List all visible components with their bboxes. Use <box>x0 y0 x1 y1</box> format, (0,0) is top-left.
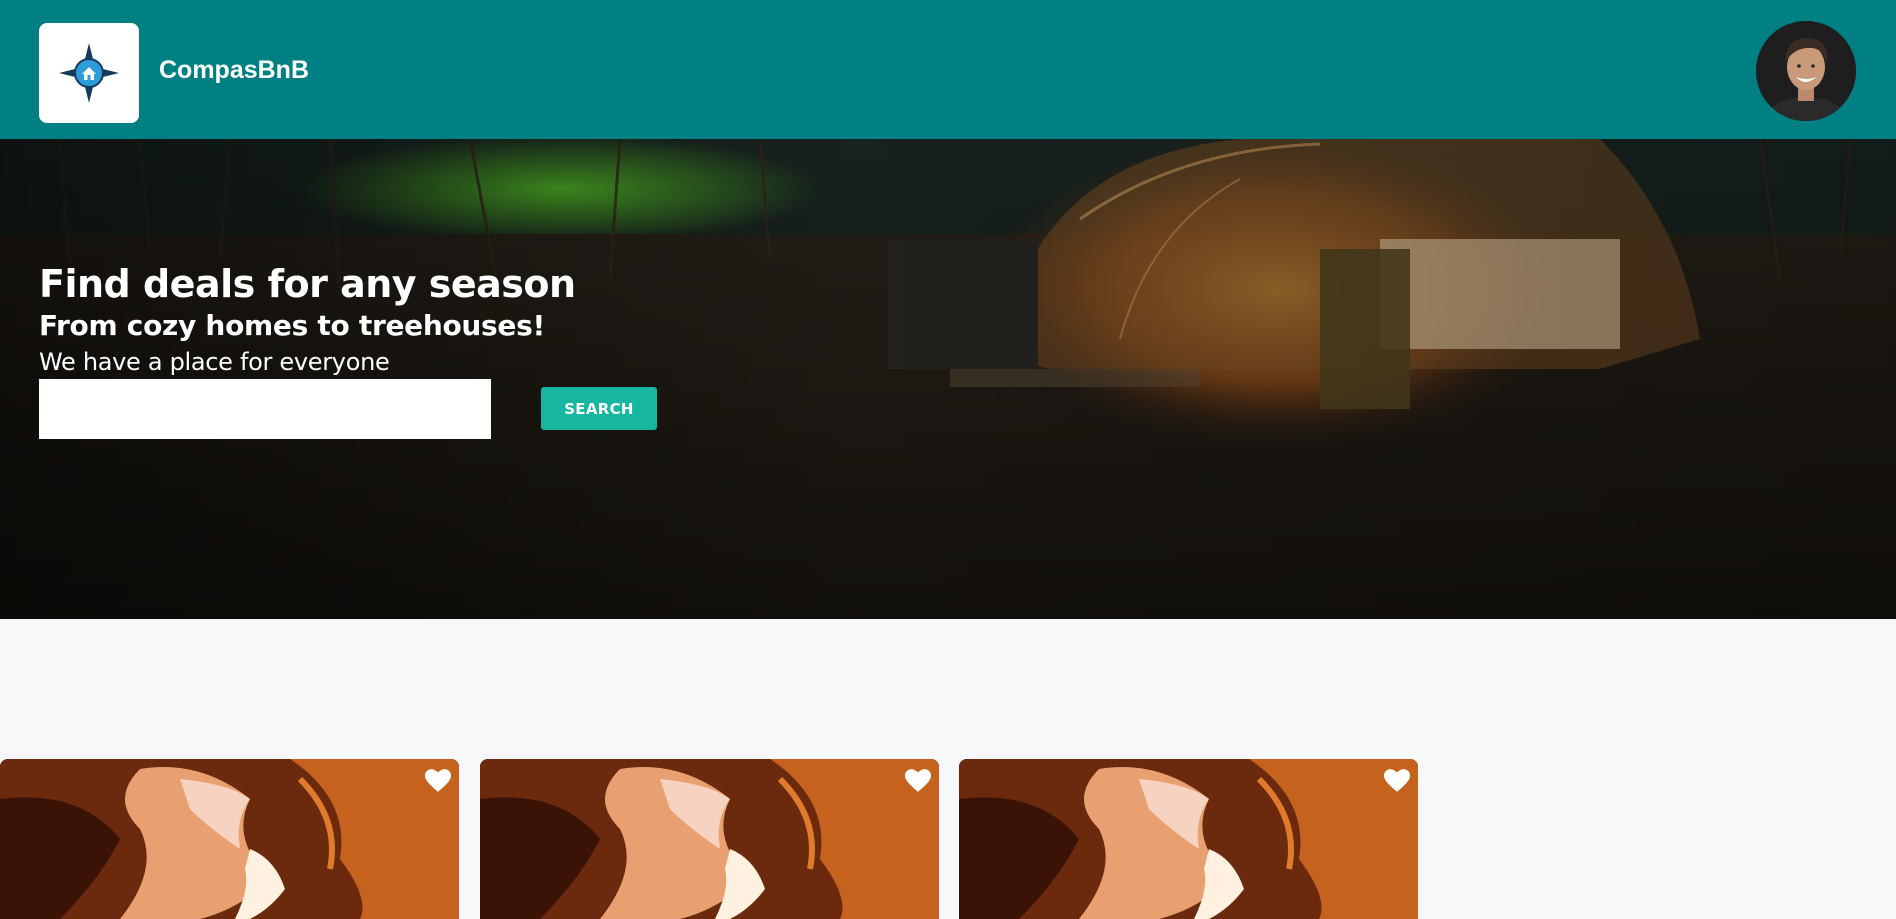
canyon-photo <box>0 759 459 919</box>
heart-icon[interactable] <box>1384 769 1410 793</box>
listing-card[interactable] <box>0 759 459 919</box>
canyon-photo <box>959 759 1418 919</box>
listings-grid <box>0 759 1896 919</box>
listing-card[interactable] <box>959 759 1418 919</box>
avatar-photo <box>1756 21 1856 121</box>
compass-house-icon <box>59 43 119 103</box>
heart-icon[interactable] <box>425 769 451 793</box>
hero-subtitle: From cozy homes to treehouses! <box>39 309 545 342</box>
hero-title: Find deals for any season <box>39 262 576 306</box>
listing-card[interactable] <box>480 759 939 919</box>
brand-name[interactable]: CompasBnB <box>159 56 309 85</box>
hero-tagline: We have a place for everyone <box>39 348 390 376</box>
hero-banner: Find deals for any season From cozy home… <box>0 139 1896 619</box>
search-input[interactable] <box>39 379 491 439</box>
logo[interactable] <box>39 23 139 123</box>
top-header: CompasBnB <box>0 0 1896 139</box>
search-button[interactable]: SEARCH <box>541 387 657 430</box>
heart-icon[interactable] <box>905 769 931 793</box>
user-avatar[interactable] <box>1756 21 1856 121</box>
canyon-photo <box>480 759 939 919</box>
